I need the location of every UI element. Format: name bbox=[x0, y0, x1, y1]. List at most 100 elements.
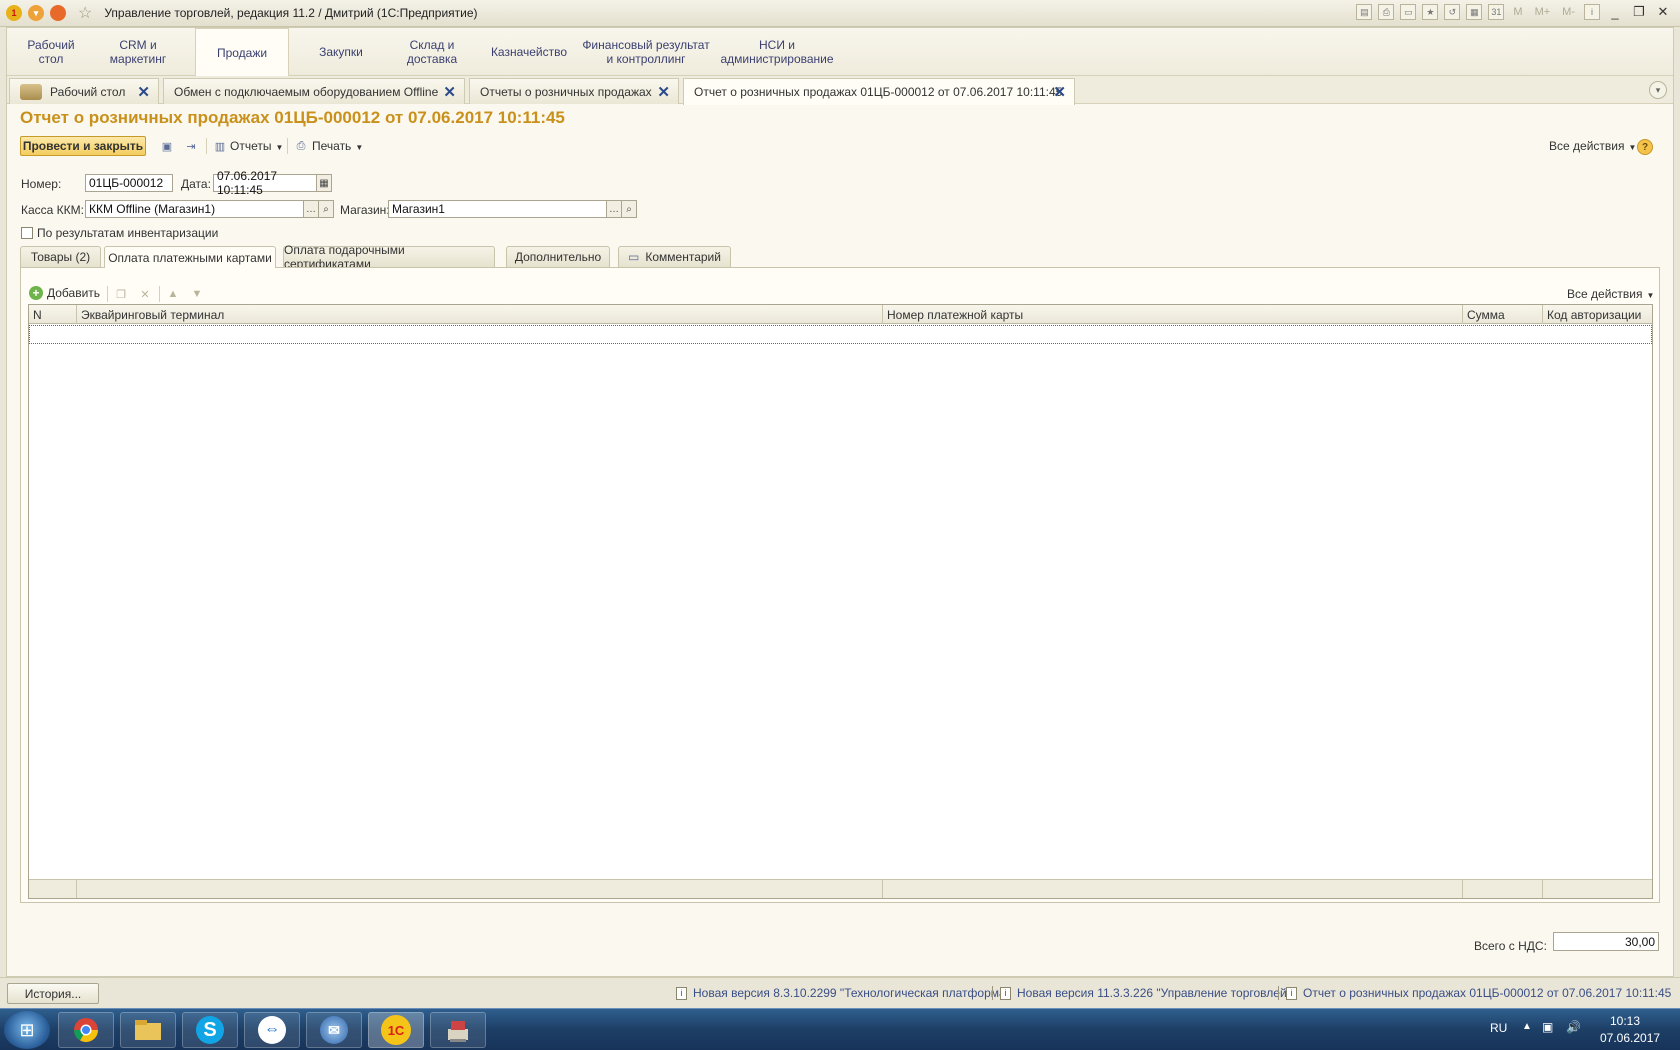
select-ellipsis-icon[interactable]: … bbox=[606, 200, 622, 218]
select-ellipsis-icon[interactable]: … bbox=[303, 200, 319, 218]
print-label: Печать bbox=[312, 139, 352, 153]
open-magnifier-icon[interactable]: ⌕ bbox=[621, 200, 637, 218]
tab-gift-certificates[interactable]: Оплата подарочными сертификатами bbox=[283, 243, 495, 271]
reports-menu[interactable]: Отчеты ▼ bbox=[230, 139, 283, 153]
1c-icon[interactable]: 1С bbox=[368, 1012, 424, 1048]
section-financial-result[interactable]: Финансовый результат и контроллинг bbox=[581, 28, 711, 76]
close-tab-icon[interactable]: ✕ bbox=[137, 83, 150, 101]
clock-date[interactable]: 07.06.2017 bbox=[1600, 1031, 1660, 1045]
section-purchases[interactable]: Закупки bbox=[301, 28, 381, 76]
volume-icon[interactable]: 🔊 bbox=[1566, 1020, 1581, 1034]
windows-start-icon[interactable]: ⊞ bbox=[4, 1011, 50, 1049]
separator bbox=[1278, 986, 1279, 1000]
clock-time[interactable]: 10:13 bbox=[1610, 1014, 1640, 1028]
print-icon[interactable]: ⎙ bbox=[1378, 4, 1395, 20]
window-tab-desktop[interactable]: Рабочий стол ✕ bbox=[9, 78, 159, 104]
save-icon[interactable]: ▤ bbox=[1356, 4, 1373, 20]
window-tab-exchange[interactable]: Обмен с подключаемым оборудованием Offli… bbox=[163, 78, 465, 104]
column-card-number[interactable]: Номер платежной карты bbox=[883, 305, 1463, 324]
add-row-button[interactable]: + Добавить bbox=[29, 286, 100, 300]
favorites-star-icon[interactable]: ☆ bbox=[78, 3, 92, 23]
toolbar-separator bbox=[206, 138, 207, 154]
section-panel: Рабочий стол CRM и маркетинг Продажи Закуп… bbox=[7, 28, 1673, 77]
table-header: N Эквайринговый терминал Номер платежной… bbox=[29, 305, 1652, 324]
add-favorite-icon[interactable]: ★ bbox=[1422, 4, 1439, 20]
memory-minus-button[interactable]: M- bbox=[1559, 6, 1578, 18]
help-icon[interactable]: ? bbox=[1637, 139, 1653, 155]
window-title: Управление торговлей, редакция 11.2 / Дм… bbox=[104, 6, 478, 20]
column-auth-code[interactable]: Код авторизации bbox=[1543, 305, 1652, 324]
column-acquiring-terminal[interactable]: Эквайринговый терминал bbox=[77, 305, 883, 324]
store-field[interactable]: Магазин1 bbox=[388, 200, 614, 218]
close-tab-icon[interactable]: ✕ bbox=[1053, 83, 1066, 101]
copy-icon[interactable]: ❐ bbox=[113, 286, 129, 302]
close-tab-icon[interactable]: ✕ bbox=[443, 83, 456, 101]
chrome-icon[interactable] bbox=[58, 1012, 114, 1048]
thunderbird-icon[interactable]: ✉ bbox=[306, 1012, 362, 1048]
memory-button[interactable]: M bbox=[1510, 6, 1525, 18]
number-field[interactable]: 01ЦБ-000012 bbox=[85, 174, 173, 192]
column-n[interactable]: N bbox=[29, 305, 77, 324]
explorer-icon[interactable] bbox=[120, 1012, 176, 1048]
section-admin[interactable]: НСИ и администрирование bbox=[719, 28, 835, 76]
section-warehouse[interactable]: Склад и доставка bbox=[391, 28, 473, 76]
main-menu-icon[interactable]: ▾ bbox=[28, 5, 44, 21]
open-magnifier-icon[interactable]: ⌕ bbox=[318, 200, 334, 218]
memory-plus-button[interactable]: M+ bbox=[1532, 6, 1554, 18]
section-desktop[interactable]: Рабочий стол bbox=[11, 28, 91, 76]
date-field[interactable]: 07.06.2017 10:11:45 bbox=[213, 169, 317, 197]
tab-comment[interactable]: ▭ Комментарий bbox=[618, 246, 731, 267]
section-treasury[interactable]: Казначейство bbox=[483, 28, 575, 76]
footer-cell bbox=[1463, 880, 1543, 898]
language-indicator[interactable]: RU bbox=[1490, 1021, 1507, 1035]
post-and-close-button[interactable]: Провести и закрыть bbox=[20, 136, 146, 156]
calendar-icon[interactable]: ▦ bbox=[316, 174, 332, 192]
tab-goods[interactable]: Товары (2) bbox=[20, 246, 101, 267]
caret-down-icon: ▼ bbox=[355, 143, 364, 152]
table-row[interactable] bbox=[29, 325, 1652, 344]
close-circle-icon[interactable] bbox=[50, 5, 66, 21]
1c-logo-icon[interactable]: 1 bbox=[6, 5, 22, 21]
inventory-checkbox[interactable] bbox=[21, 227, 33, 239]
cash-register-icon[interactable] bbox=[430, 1012, 486, 1048]
section-crm[interactable]: CRM и маркетинг bbox=[97, 28, 179, 76]
reports-icon: ▥ bbox=[214, 140, 226, 153]
notification-config[interactable]: i Новая версия 11.3.3.226 "Управление то… bbox=[1000, 986, 1291, 1000]
preview-icon[interactable]: ▭ bbox=[1400, 4, 1417, 20]
save-icon[interactable]: ▣ bbox=[159, 138, 175, 154]
notification-text: Новая версия 11.3.3.226 "Управление торг… bbox=[1017, 986, 1291, 1000]
tray-expand-icon[interactable]: ▲ bbox=[1522, 1021, 1532, 1032]
move-down-icon[interactable]: ▼ bbox=[189, 286, 205, 302]
card-payments-table[interactable]: N Эквайринговый терминал Номер платежной… bbox=[28, 304, 1653, 899]
kkm-field[interactable]: ККМ Offline (Магазин1) bbox=[85, 200, 304, 218]
history-button[interactable]: История... bbox=[7, 983, 99, 1004]
close-tab-icon[interactable]: ✕ bbox=[657, 83, 670, 101]
grid-all-actions-menu[interactable]: Все действия ▼ bbox=[1567, 287, 1654, 301]
delete-icon[interactable]: ✕ bbox=[137, 286, 153, 302]
calculator-icon[interactable]: ▦ bbox=[1466, 4, 1483, 20]
minimize-icon[interactable]: _ bbox=[1606, 5, 1624, 20]
print-menu[interactable]: Печать ▼ bbox=[312, 139, 363, 153]
tabs-dropdown-icon[interactable]: ▾ bbox=[1649, 81, 1667, 99]
notification-platform[interactable]: i Новая версия 8.3.10.2299 "Технологичес… bbox=[676, 986, 1010, 1000]
restore-icon[interactable]: ❐ bbox=[1630, 4, 1648, 20]
window-tab-report-document[interactable]: Отчет о розничных продажах 01ЦБ-000012 о… bbox=[683, 78, 1075, 105]
post-icon[interactable]: ⇥ bbox=[183, 138, 199, 154]
tab-card-payments[interactable]: Оплата платежными картами bbox=[104, 246, 276, 268]
teamviewer-icon[interactable]: ⇔ bbox=[244, 1012, 300, 1048]
window-tab-reports-list[interactable]: Отчеты о розничных продажах ✕ bbox=[469, 78, 679, 104]
info-icon: i bbox=[1000, 986, 1011, 1000]
form-all-actions-menu[interactable]: Все действия ▼ bbox=[1549, 139, 1636, 153]
notification-document[interactable]: i Отчет о розничных продажах 01ЦБ-000012… bbox=[1286, 986, 1671, 1000]
window-tab-label: Обмен с подключаемым оборудованием Offli… bbox=[174, 84, 439, 99]
calendar-icon[interactable]: 31 bbox=[1488, 4, 1505, 20]
column-amount[interactable]: Сумма bbox=[1463, 305, 1543, 324]
history-icon[interactable]: ↺ bbox=[1444, 4, 1461, 20]
info-icon[interactable]: i bbox=[1584, 4, 1600, 20]
network-icon[interactable]: ▣ bbox=[1542, 1020, 1553, 1034]
skype-icon[interactable]: S bbox=[182, 1012, 238, 1048]
move-up-icon[interactable]: ▲ bbox=[165, 286, 181, 302]
close-icon[interactable]: ✕ bbox=[1654, 4, 1672, 20]
section-sales[interactable]: Продажи bbox=[195, 28, 289, 77]
tab-additional[interactable]: Дополнительно bbox=[506, 246, 610, 267]
